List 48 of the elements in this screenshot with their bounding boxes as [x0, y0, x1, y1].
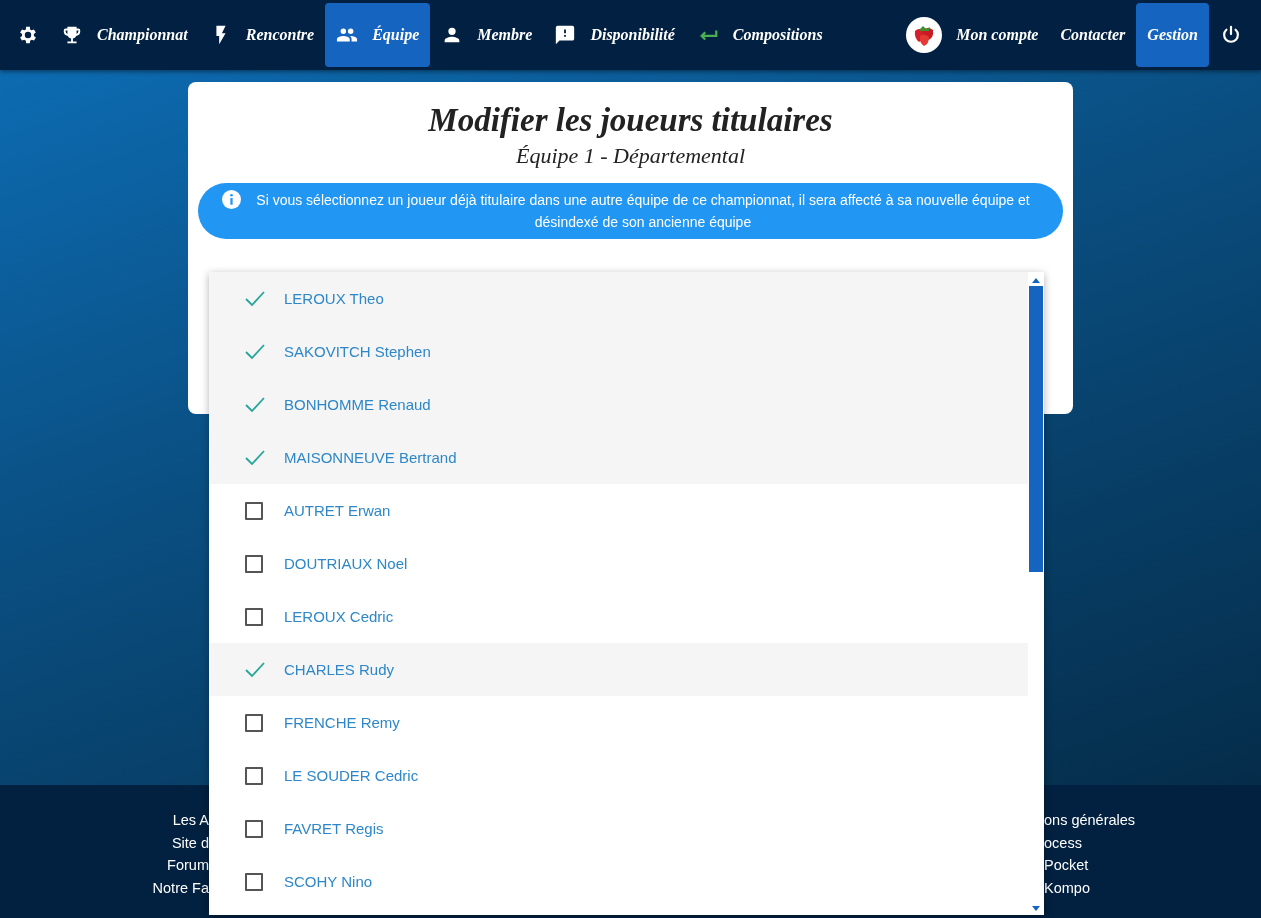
footer-link[interactable]: ocess — [1044, 831, 1082, 854]
footer-link[interactable]: Kompo — [1044, 876, 1090, 899]
footer-link[interactable]: Pocket — [1044, 854, 1089, 877]
checkbox[interactable] — [245, 872, 263, 891]
message-alert-icon — [554, 24, 577, 46]
player-option[interactable]: DOUTRIAUX Noel — [209, 537, 1028, 590]
checkbox[interactable] — [245, 554, 263, 573]
player-option[interactable]: BONHOMME Renaud — [209, 378, 1028, 431]
info-icon — [222, 190, 241, 209]
nav-link[interactable]: Mon compte — [895, 3, 1050, 67]
player-option[interactable]: FAVRET Regis — [209, 802, 1028, 855]
info-text: Si vous sélectionnez un joueur déjà titulaire dans une autre équipe de ce championnat, il sera affecté à sa nouvelle équipe et désindexé de son ancienne équipe — [255, 191, 1031, 232]
footer-link[interactable]: Site d — [171, 831, 209, 854]
power-icon — [1220, 24, 1242, 46]
checkbox[interactable] — [245, 607, 263, 626]
player-option[interactable]: LEROUX Cedric — [209, 590, 1028, 643]
team-subtitle: Équipe 1 - Départemental — [515, 143, 746, 169]
strawberry-avatar-icon — [906, 17, 943, 53]
player-option[interactable]: SAKOVITCH Stephen — [209, 325, 1028, 378]
nav-link[interactable]: Contacter — [1049, 3, 1137, 67]
nav-link[interactable]: Championnat — [50, 3, 199, 67]
player-option[interactable]: CHARLES Rudy — [209, 643, 1028, 696]
player-option[interactable]: SCOHY Nino — [209, 855, 1028, 908]
footer-link[interactable]: ons générales — [1044, 809, 1136, 832]
player-option[interactable]: AUTRET Erwan — [209, 484, 1028, 537]
footer-link[interactable]: Les A — [172, 809, 209, 832]
player-option[interactable]: MAISONNEUVE Bertrand — [209, 431, 1028, 484]
scrollbar-thumb[interactable] — [1029, 286, 1043, 572]
checkbox[interactable] — [245, 766, 263, 785]
checkbox[interactable] — [245, 713, 263, 732]
trophy-icon — [61, 24, 83, 46]
nav-link[interactable]: Membre — [430, 3, 544, 67]
nav-link[interactable]: Rencontre — [198, 3, 326, 67]
checkbox[interactable] — [245, 501, 263, 520]
nav-link[interactable]: Gestion — [1136, 3, 1209, 67]
nav-link[interactable]: Équipe — [325, 3, 431, 67]
dialog-title: Modifier les joueurs titulaires — [428, 102, 833, 139]
scroll-up-icon[interactable] — [1031, 277, 1041, 283]
player-option[interactable]: LE SOUDER Cedric — [209, 749, 1028, 802]
scroll-down-icon[interactable] — [1031, 906, 1041, 912]
footer-link[interactable]: Forum — [167, 854, 209, 877]
nav-link[interactable]: Disponibilité — [543, 3, 686, 67]
checkbox[interactable] — [245, 819, 263, 838]
footer-link[interactable]: Notre Fa — [152, 876, 209, 899]
settings-icon — [17, 24, 39, 46]
player-option[interactable]: FRENCHE Remy — [209, 696, 1028, 749]
nav-link[interactable]: Compositions — [685, 3, 834, 67]
player-option[interactable]: LEROUX Theo — [209, 272, 1028, 325]
